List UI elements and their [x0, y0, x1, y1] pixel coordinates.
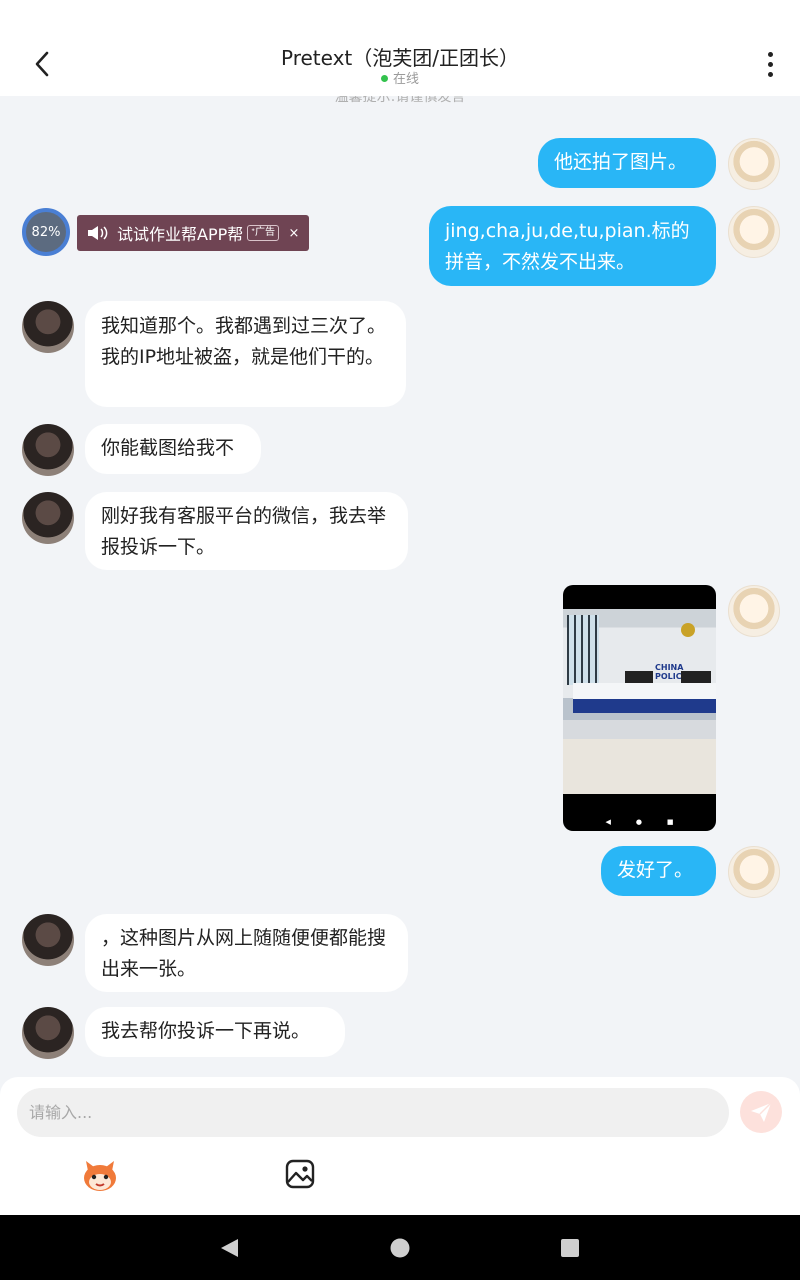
chat-title: Pretext（泡芙团/正团长）	[280, 46, 519, 70]
my-message-bubble[interactable]: jing,cha,ju,de,tu,pian.标的拼音，不然发不出来。	[429, 206, 716, 286]
message-input[interactable]	[17, 1088, 729, 1137]
contact-avatar[interactable]	[22, 492, 74, 544]
more-dot	[767, 71, 773, 77]
image-message[interactable]: CHINA POLICE ◀ ● ■	[563, 585, 716, 831]
my-avatar[interactable]	[728, 846, 780, 898]
photo-floor	[563, 739, 716, 794]
contact-message-bubble[interactable]: 你能截图给我不	[85, 424, 261, 474]
more-dot	[767, 51, 773, 57]
my-avatar[interactable]	[728, 206, 780, 258]
my-avatar[interactable]	[728, 585, 780, 637]
square-recents-icon	[561, 1239, 579, 1257]
contact-avatar[interactable]	[22, 424, 74, 476]
send-button[interactable]	[740, 1091, 782, 1133]
online-dot	[380, 75, 388, 82]
system-navigation-bar	[0, 1215, 800, 1280]
contact-avatar[interactable]	[22, 1007, 74, 1059]
my-avatar[interactable]	[728, 138, 780, 190]
send-icon	[751, 1102, 772, 1122]
chat-header: Pretext（泡芙团/正团长） 在线	[0, 0, 800, 96]
photo-scene: CHINA POLICE	[563, 609, 716, 794]
photo-window	[567, 615, 599, 685]
image-icon[interactable]	[284, 1158, 316, 1190]
contact-message-bubble[interactable]: 我去帮你投诉一下再说。	[85, 1007, 345, 1057]
contact-avatar[interactable]	[22, 914, 74, 966]
composer-bar	[0, 1077, 800, 1215]
my-message-bubble[interactable]: 他还拍了图片。	[538, 138, 716, 188]
more-options-button[interactable]	[756, 46, 784, 82]
more-dot	[767, 61, 773, 67]
contact-avatar[interactable]	[22, 301, 74, 353]
photo-nav-bar: ◀ ● ■	[563, 815, 716, 829]
my-message-bubble[interactable]: 发好了。	[601, 846, 716, 896]
ad-tag: ᐩ广告	[247, 225, 279, 241]
ad-text: 试试作业帮APP帮	[117, 225, 244, 244]
ad-banner[interactable]: 试试作业帮APP帮 ᐩ广告 ×	[77, 215, 309, 251]
photo-back-icon: ◀	[605, 818, 611, 826]
emoji-face-icon[interactable]	[80, 1157, 120, 1193]
triangle-back-icon	[221, 1239, 238, 1257]
police-emblem-icon	[681, 623, 695, 637]
photo-recent-icon: ■	[666, 818, 674, 826]
circle-home-icon	[390, 1238, 410, 1258]
online-status: 在线	[0, 68, 800, 87]
photo-counter-top	[573, 683, 716, 699]
progress-ring[interactable]: 82%	[22, 208, 70, 256]
contact-message-bubble[interactable]: 刚好我有客服平台的微信，我去举报投诉一下。	[85, 492, 408, 570]
speaker-icon	[77, 224, 117, 242]
contact-message-bubble[interactable]: ，这种图片从网上随随便便都能搜出来一张。	[85, 914, 408, 992]
ad-tag-text: 广告	[255, 227, 275, 238]
nav-recents-button[interactable]	[557, 1235, 583, 1261]
contact-message-bubble[interactable]: 我知道那个。我都遇到过三次了。我的IP地址被盗，就是他们干的。	[85, 301, 406, 407]
ad-close-button[interactable]: ×	[285, 226, 303, 241]
online-status-text: 在线	[392, 72, 419, 87]
nav-back-button[interactable]	[216, 1235, 242, 1261]
photo-home-icon: ●	[635, 818, 642, 826]
nav-home-button[interactable]	[387, 1235, 413, 1261]
